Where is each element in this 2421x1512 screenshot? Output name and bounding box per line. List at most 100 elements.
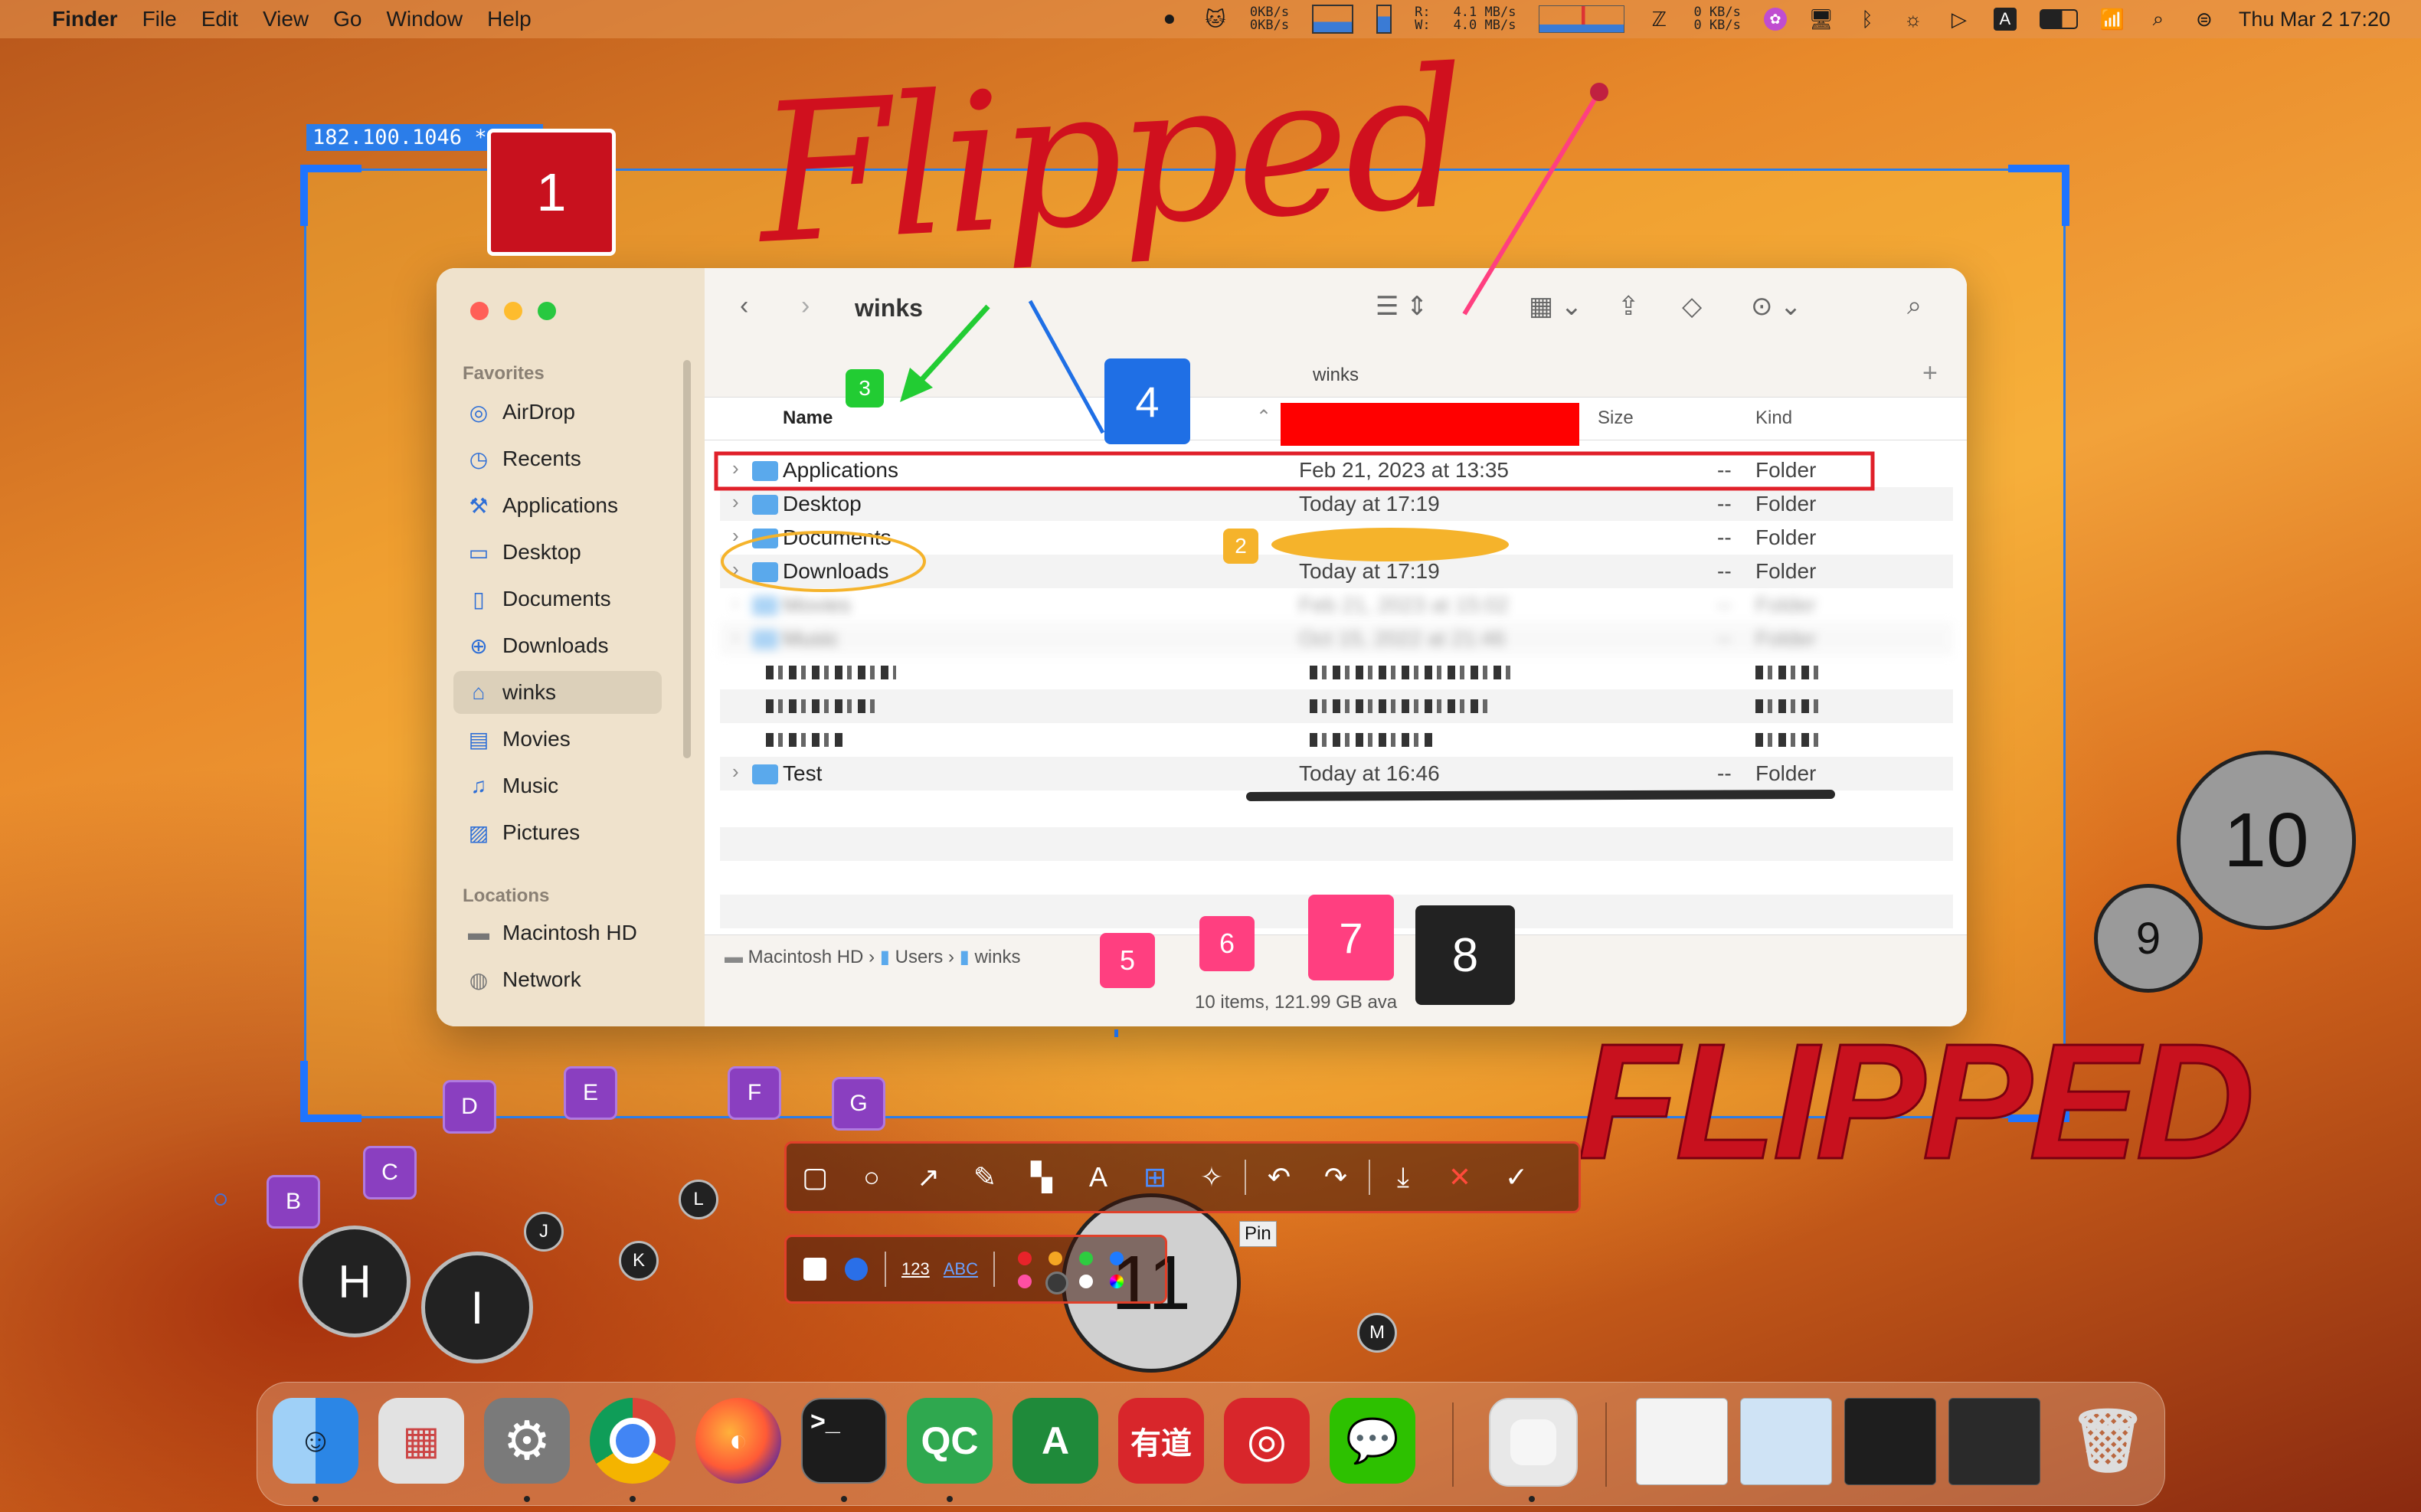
callout-tool-icon[interactable]: ⊞ [1127,1161,1183,1193]
qc-icon: QC [921,1419,979,1462]
dock-window-thumb-finder[interactable] [1636,1398,1728,1485]
annotation-number-1[interactable]: 1 [487,129,616,256]
ellipse-tool-icon[interactable]: ○ [843,1161,900,1193]
annotation-number-5[interactable]: 5 [1100,933,1155,988]
tooltip-pin: Pin [1239,1221,1277,1247]
annotation-letter-h[interactable]: H [299,1226,411,1337]
settings-gear-icon: ⚙ [502,1411,551,1471]
annotation-number-9[interactable]: 9 [2094,884,2203,993]
annotation-letter-c[interactable]: C [363,1146,417,1199]
finder-icon: ☺ [298,1422,333,1459]
annotation-green-arrow [913,304,990,389]
close-icon[interactable]: ✕ [1431,1161,1488,1193]
annotation-letter-d[interactable]: D [443,1080,496,1134]
running-indicator [524,1496,530,1502]
download-icon[interactable]: ⤓ [1375,1161,1431,1194]
dock-app-terminal[interactable]: >_ [801,1398,887,1484]
dock-app-netease-music[interactable]: ◎ [1224,1398,1310,1484]
annotation-number-6[interactable]: 6 [1199,916,1255,971]
dock-window-thumb-qc[interactable] [1844,1398,1936,1485]
counter-letters-option[interactable]: ABC [944,1259,978,1279]
youdao-icon: 有道 [1130,1427,1192,1461]
running-indicator [312,1496,319,1502]
wordart-flipped: FLIPPED [1577,1009,2256,1193]
screenshot-toolbar: ▢ ○ ↗ ✎ ▚ A ⊞ ✧ ↶ ↷ ⤓ ✕ ✓ [784,1141,1581,1213]
terminal-icon: >_ [810,1407,840,1436]
annotation-letter-e[interactable]: E [564,1066,617,1120]
dock-app-firefox[interactable]: ◐ [695,1398,781,1484]
dock-app-youdao[interactable]: 有道 [1118,1398,1204,1484]
toolbar-separator [993,1252,995,1287]
fill-white-option[interactable] [803,1258,826,1281]
annotation-dark-line [1246,790,1835,801]
annotation-letter-m[interactable]: M [1357,1313,1397,1353]
dock-app-placeholder[interactable] [1489,1398,1578,1487]
color-white[interactable] [1078,1275,1093,1288]
dock-app-chrome[interactable] [590,1398,676,1484]
a-app-icon: A [1041,1419,1070,1462]
annotation-blue-tick [1114,1029,1118,1037]
annotation-yellow-ellipse [721,531,926,592]
color-pink[interactable] [1017,1275,1032,1288]
annotation-letter-k[interactable]: K [619,1241,659,1281]
color-green[interactable] [1078,1252,1093,1265]
annotation-letter-f[interactable]: F [728,1066,781,1120]
screenshot-options-bar: 123 ABC [784,1235,1167,1304]
running-indicator [947,1496,953,1502]
running-indicator [841,1496,847,1502]
fill-blue-option[interactable] [845,1258,868,1281]
running-indicator [1529,1496,1535,1502]
dock-app-finder[interactable]: ☺ [273,1398,358,1484]
annotation-letter-b[interactable]: B [267,1175,320,1229]
arrow-tool-icon[interactable]: ↗ [900,1161,957,1193]
toolbar-separator [1245,1160,1246,1195]
annotation-letter-j[interactable]: J [524,1212,564,1252]
color-dark-selected[interactable] [1045,1271,1068,1294]
dock-app-a[interactable]: A [1013,1398,1098,1484]
dock: ☺ ▦ ⚙ ◐ >_ QC A 有道 ◎ 💬 🗑 [257,1382,2165,1506]
dock-app-wechat[interactable]: 💬 [1330,1398,1415,1484]
handwritten-flipped: Flipped [752,27,1468,286]
undo-icon[interactable]: ↶ [1251,1161,1307,1193]
annotation-number-7[interactable]: 7 [1308,895,1394,980]
netease-music-icon: ◎ [1246,1415,1287,1466]
annotation-number-4[interactable]: 4 [1104,358,1190,444]
counter-numbers-option[interactable]: 123 [901,1259,930,1279]
toolbar-separator [1369,1160,1370,1195]
color-red[interactable] [1017,1252,1032,1265]
redo-icon[interactable]: ↷ [1307,1161,1364,1193]
dock-app-qc[interactable]: QC [907,1398,993,1484]
annotation-blue-line [1028,299,1105,434]
dock-separator [1452,1402,1454,1487]
annotation-number-2[interactable]: 2 [1223,529,1258,564]
running-indicator [630,1496,636,1502]
firefox-icon: ◐ [728,1423,748,1458]
dock-app-trash[interactable]: 🗑 [2065,1398,2151,1484]
pencil-tool-icon[interactable]: ✎ [957,1161,1013,1193]
pin-tool-icon[interactable]: ✧ [1183,1161,1240,1193]
check-icon[interactable]: ✓ [1488,1161,1545,1193]
small-dot-marker [214,1193,227,1206]
dock-app-launchpad[interactable]: ▦ [378,1398,464,1484]
annotation-yellow-highlight [1271,528,1509,561]
toolbar-separator [885,1252,886,1287]
text-tool-icon[interactable]: A [1070,1161,1127,1193]
annotation-red-rectangle [714,451,1875,491]
color-custom[interactable] [1109,1275,1124,1288]
wechat-icon: 💬 [1346,1416,1399,1465]
dock-app-settings[interactable]: ⚙ [484,1398,570,1484]
color-blue[interactable] [1109,1252,1124,1265]
dock-window-thumb-music[interactable] [1948,1398,2040,1485]
chrome-icon [610,1418,656,1464]
annotation-number-3[interactable]: 3 [846,369,884,407]
dock-window-thumb-chrome[interactable] [1740,1398,1832,1485]
mosaic-tool-icon[interactable]: ▚ [1013,1161,1070,1193]
annotation-number-10[interactable]: 10 [2177,751,2356,930]
annotation-pink-line [1462,90,1601,316]
annotation-letter-i[interactable]: I [421,1252,533,1363]
annotation-letter-l[interactable]: L [679,1180,718,1219]
color-orange[interactable] [1048,1252,1062,1265]
annotation-letter-g[interactable]: G [832,1077,885,1131]
annotation-number-8[interactable]: 8 [1415,905,1515,1005]
rectangle-tool-icon[interactable]: ▢ [787,1161,843,1193]
